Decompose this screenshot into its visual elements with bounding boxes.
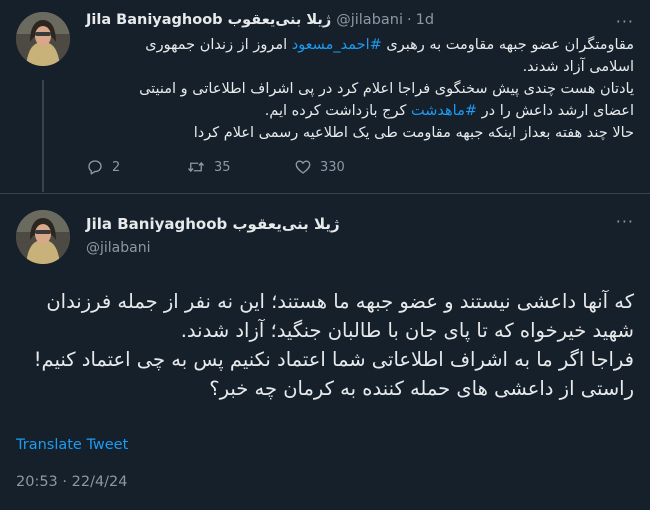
thread-connector-line — [42, 80, 44, 192]
text-segment: اعضای ارشد داعش را در — [477, 103, 634, 119]
separator-dot: · — [407, 12, 412, 28]
like-count: 330 — [320, 159, 345, 175]
translate-tweet-link[interactable]: Translate Tweet — [16, 437, 128, 453]
avatar[interactable] — [16, 210, 70, 264]
reply-button[interactable]: 2 — [86, 158, 186, 176]
tweet-text: که آنها داعشی نیستند و عضو جبهه ما هستند… — [16, 287, 634, 403]
heart-icon — [295, 160, 311, 174]
text-segment: کرج بازداشت کرده ایم. — [264, 103, 412, 119]
tweet-line: یادتان هست چندی پیش سخنگوی فراجا اعلام ک… — [86, 78, 634, 100]
tweet-line: حالا چند هفته بعداز اینکه جبهه مقاومت طی… — [86, 122, 634, 144]
tweet-line: که آنها داعشی نیستند و عضو جبهه ما هستند… — [46, 290, 634, 313]
text-segment: اسلامی آزاد شدند. — [522, 59, 634, 75]
author-name[interactable]: Jila Baniyaghoob ژیلا بنی‌یعقوب — [86, 215, 340, 233]
text-segment: حالا چند هفته بعداز اینکه جبهه مقاومت طی… — [193, 125, 634, 141]
reply-count: 2 — [112, 159, 121, 175]
retweet-button[interactable]: 35 — [186, 158, 294, 176]
tweet-header: Jila Baniyaghoob ژیلا بنی‌یعقوب @jilaban… — [86, 10, 634, 30]
more-icon[interactable]: ··· — [616, 12, 634, 31]
author-handle[interactable]: @jilabani — [86, 240, 150, 256]
more-icon[interactable]: ··· — [616, 212, 634, 231]
tweet-actions: 2 35 330 — [86, 158, 345, 176]
divider — [0, 193, 650, 194]
tweet-age[interactable]: 1d — [416, 12, 434, 28]
hashtag-link[interactable]: #احمد_مسعود — [292, 37, 382, 53]
tweet-line: مقاومتگران عضو جبهه مقاومت به رهبری #احم… — [86, 34, 634, 56]
text-segment: یادتان هست چندی پیش سخنگوی فراجا اعلام ک… — [139, 81, 634, 97]
tweet-line: فراجا اگر ما به اشراف اطلاعاتی شما اعتما… — [33, 348, 634, 371]
tweet-line: اعضای ارشد داعش را در #ماهدشت کرج بازداش… — [86, 100, 634, 122]
avatar-image — [16, 210, 70, 264]
tweet-line: شهید خیرخواه که تا پای جان با طالبان جنگ… — [180, 319, 634, 342]
avatar-image — [16, 12, 70, 66]
author-handle[interactable]: @jilabani — [336, 12, 403, 28]
tweet-text: مقاومتگران عضو جبهه مقاومت به رهبری #احم… — [86, 34, 634, 144]
tweet-line: راستی از داعشی های حمله کننده به کرمان چ… — [209, 377, 634, 400]
retweet-count: 35 — [214, 159, 231, 175]
text-segment: امروز از زندان جمهوری — [145, 37, 292, 53]
tweet-timestamp[interactable]: 20:53 · 22/4/24 — [16, 474, 128, 490]
author-name[interactable]: Jila Baniyaghoob ژیلا بنی‌یعقوب — [86, 12, 331, 28]
reply-icon — [88, 160, 102, 175]
tweet-line: اسلامی آزاد شدند. — [86, 56, 634, 78]
like-button[interactable]: 330 — [294, 158, 345, 176]
retweet-icon — [187, 161, 205, 173]
hashtag-link[interactable]: #ماهدشت — [411, 103, 477, 119]
text-segment: مقاومتگران عضو جبهه مقاومت به رهبری — [381, 37, 634, 53]
parent-tweet[interactable]: Jila Baniyaghoob ژیلا بنی‌یعقوب @jilaban… — [0, 0, 650, 193]
avatar[interactable] — [16, 12, 70, 66]
